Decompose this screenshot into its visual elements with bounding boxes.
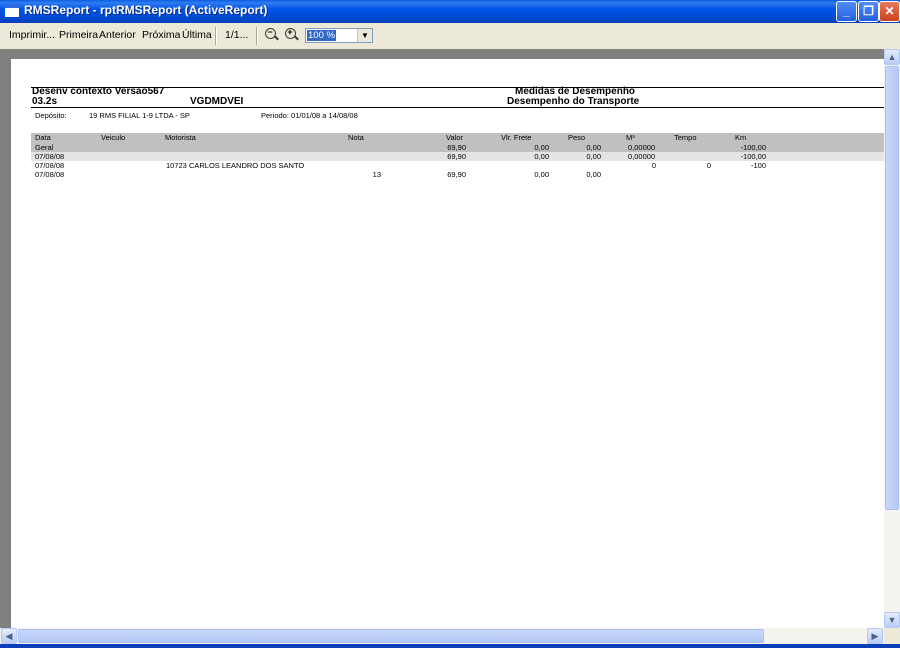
chevron-down-icon[interactable]: ▼: [357, 29, 372, 42]
report-code: VGDMDVEI: [190, 96, 244, 107]
row-km: -100,00: [740, 152, 766, 161]
previous-page-button[interactable]: Anterior: [99, 29, 136, 41]
col-peso: Peso: [568, 133, 586, 142]
report-page: Desenv contexto Versao567 03.2s VGDMDVEI…: [11, 59, 884, 628]
toolbar-separator: [256, 27, 258, 45]
scroll-right-button[interactable]: ▶: [867, 628, 883, 644]
col-veiculo: Veiculo: [101, 133, 126, 142]
scroll-down-button[interactable]: ▼: [884, 612, 900, 628]
zoom-value: 100 %: [307, 30, 336, 41]
row-peso: 0,00: [586, 170, 601, 179]
minimize-icon: _: [843, 4, 850, 18]
title-bar[interactable]: RMSReport - rptRMSReport (ActiveReport) …: [0, 0, 900, 23]
row-data: 07/08/08: [35, 170, 65, 179]
col-km: Km: [735, 133, 747, 142]
col-nota: Nota: [348, 133, 364, 142]
row-m3: 0: [651, 161, 656, 170]
horizontal-scroll-thumb[interactable]: [18, 629, 764, 643]
row-nota: 13: [372, 170, 381, 179]
col-data: Data: [35, 133, 51, 142]
deposit-label: Depósito:: [35, 111, 67, 120]
vertical-scroll-thumb[interactable]: [885, 66, 899, 510]
minimize-button[interactable]: _: [836, 1, 857, 22]
last-page-button[interactable]: Última: [182, 29, 212, 41]
next-page-button[interactable]: Próxima: [142, 29, 181, 41]
row-data: 07/08/08: [35, 152, 65, 161]
row-peso: 0,00: [586, 152, 601, 161]
chevron-right-icon: ▶: [871, 631, 879, 641]
row-data: Geral: [35, 143, 54, 152]
col-m3: M³: [626, 133, 635, 142]
row-valor: 69,90: [447, 170, 466, 179]
scroll-up-button[interactable]: ▲: [884, 49, 900, 65]
scroll-left-button[interactable]: ◀: [1, 628, 17, 644]
chevron-left-icon: ◀: [5, 631, 13, 641]
window-bottom-border: [0, 644, 900, 648]
restore-button[interactable]: ❐: [858, 1, 879, 22]
chevron-down-icon: ▼: [887, 615, 897, 625]
deposit-value: 19 RMS FILIAL 1-9 LTDA - SP: [89, 111, 190, 120]
zoom-select[interactable]: 100 % ▼: [305, 28, 373, 43]
toolbar-separator: [215, 27, 217, 45]
row-peso: 0,00: [586, 143, 601, 152]
row-km: -100,00: [740, 143, 766, 152]
row-m3: 0,00000: [628, 143, 656, 152]
row-m3: 0,00000: [628, 152, 656, 161]
col-motorista: Motorista: [165, 133, 196, 142]
viewer-toolbar: Imprimir... Primeira Anterior Próxima Úl…: [0, 23, 900, 50]
row-km: -100: [750, 161, 766, 170]
row-frete: 0,00: [534, 170, 549, 179]
col-frete: Vlr. Frete: [501, 133, 532, 142]
row-valor: 69,90: [447, 143, 466, 152]
row-frete: 0,00: [534, 143, 549, 152]
header-bottom-rule: [31, 107, 884, 108]
window-title: RMSReport - rptRMSReport (ActiveReport): [24, 3, 268, 17]
report-version: 03.2s: [32, 96, 58, 107]
close-button[interactable]: ✕: [879, 1, 900, 22]
close-icon: ✕: [884, 4, 895, 18]
page-indicator-button[interactable]: 1/1...: [225, 29, 248, 41]
chevron-up-icon: ▲: [887, 52, 897, 62]
first-page-button[interactable]: Primeira: [59, 29, 98, 41]
row-tempo: 0: [706, 161, 711, 170]
report-subtitle: Desempenho do Transporte: [507, 96, 640, 107]
row-valor: 69,90: [447, 152, 466, 161]
print-button[interactable]: Imprimir...: [9, 29, 55, 41]
row-motorista: 10723 CARLOS LEANDRO DOS SANTO: [166, 161, 305, 170]
app-window-icon: [5, 5, 19, 17]
col-tempo: Tempo: [674, 133, 697, 142]
row-frete: 0,00: [534, 152, 549, 161]
period-text: Periodo: 01/01/08 a 14/08/08: [261, 111, 358, 120]
col-valor: Valor: [446, 133, 463, 142]
row-data: 07/08/08: [35, 161, 65, 170]
zoom-out-icon[interactable]: −: [265, 27, 276, 39]
report-viewer: Desenv contexto Versao567 03.2s VGDMDVEI…: [0, 49, 884, 628]
zoom-in-icon[interactable]: +: [285, 27, 296, 39]
restore-icon: ❐: [863, 4, 874, 18]
